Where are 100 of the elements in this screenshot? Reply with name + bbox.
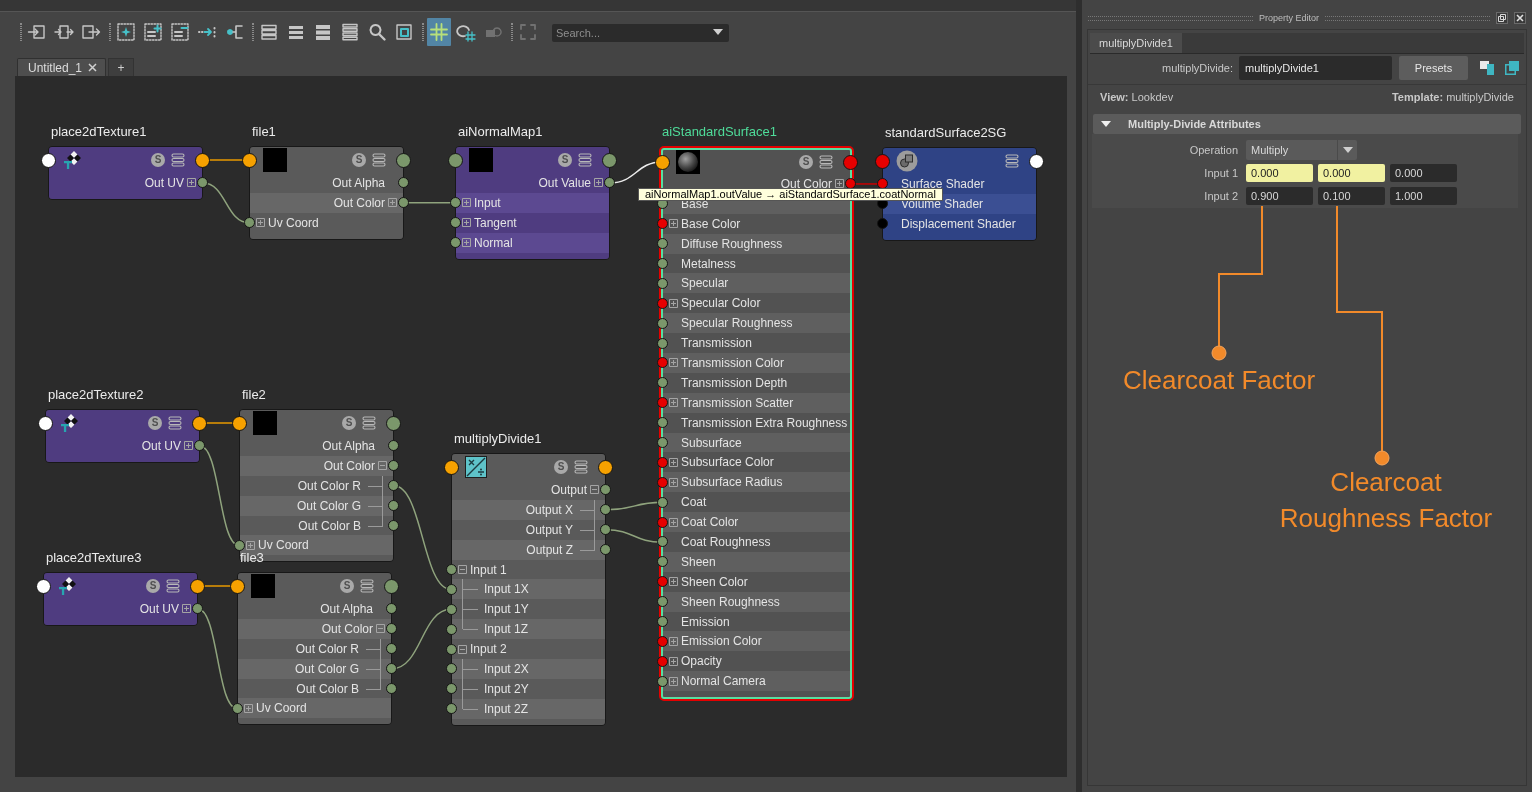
plus-box-icon[interactable] [669,398,678,408]
port-dot[interactable] [657,556,668,568]
port-dot[interactable] [388,500,399,512]
port-dot[interactable] [448,152,463,168]
search-field[interactable]: Search... [552,24,729,42]
port-dot[interactable] [386,643,397,655]
port-dot[interactable] [600,504,611,516]
port-dot[interactable] [657,297,668,309]
stacked-bars-icon[interactable] [1005,154,1019,168]
port-dot[interactable] [446,683,457,695]
number-field[interactable]: 0.900 [1246,186,1313,205]
port-dot[interactable] [234,539,245,551]
port-dot[interactable] [386,683,397,694]
plus-box-icon[interactable] [669,219,678,229]
tab[interactable]: multiplyDivide1 [1090,33,1182,53]
caret-down-icon[interactable] [1342,146,1353,153]
caret-down-icon[interactable] [713,29,723,35]
close-icon[interactable] [1514,12,1526,24]
port-dot[interactable] [446,583,457,595]
operation-dropdown[interactable]: Multiply [1246,139,1357,160]
s-button[interactable]: S [558,153,572,167]
port-dot[interactable] [602,152,617,168]
port-dot[interactable] [657,417,668,429]
stacked-bars-icon[interactable] [171,153,185,167]
port-dot[interactable] [450,197,461,209]
s-button[interactable]: S [151,153,165,167]
plus-box-icon[interactable] [462,198,471,208]
stacked-bars-icon[interactable] [166,579,180,593]
port-dot[interactable] [657,437,668,448]
stacked-bars-icon[interactable] [574,460,588,474]
port-dot[interactable] [657,516,668,528]
port-dot[interactable] [446,663,457,675]
port-dot[interactable] [600,544,611,556]
port-dot[interactable] [38,415,53,431]
port-dot[interactable] [657,456,668,468]
plus-box-icon[interactable] [669,577,678,587]
port-dot[interactable] [877,218,888,230]
port-dot[interactable] [388,460,399,472]
stacked-bars-icon[interactable] [360,579,374,593]
restore-icon[interactable] [1496,12,1508,24]
port-dot[interactable] [232,702,243,714]
plus-box-icon[interactable] [669,676,678,686]
port-dot[interactable] [450,217,461,229]
port-dot[interactable] [657,476,668,488]
port-dot[interactable] [386,663,397,675]
plus-box-icon[interactable] [669,298,678,308]
node-name-field[interactable]: multiplyDivide1 [1239,56,1392,80]
plus-box-icon[interactable] [182,604,191,614]
minus-box-icon[interactable] [458,565,467,574]
plus-box-icon[interactable] [462,218,471,228]
port-dot[interactable] [446,643,457,655]
port-dot[interactable] [388,480,399,492]
stacked-bars-icon[interactable] [168,416,182,430]
presets-button[interactable]: Presets [1399,56,1468,80]
port-dot[interactable] [230,578,245,594]
port-dot[interactable] [398,197,409,209]
port-dot[interactable] [604,177,615,189]
port-dot[interactable] [657,536,668,548]
port-dot[interactable] [655,154,670,170]
port-dot[interactable] [657,397,668,409]
port-dot[interactable] [446,564,457,575]
number-field[interactable]: 0.000 [1390,163,1457,182]
port-dot[interactable] [843,154,858,170]
s-button[interactable]: S [146,579,160,593]
port-dot[interactable] [396,152,411,168]
port-dot[interactable] [388,440,399,452]
number-field[interactable]: 1.000 [1390,186,1457,205]
new-tab-button[interactable]: + [108,58,135,76]
minus-box-icon[interactable] [590,485,599,495]
stacked-bars-icon[interactable] [578,153,592,167]
port-dot[interactable] [194,440,205,452]
port-dot[interactable] [450,237,461,249]
port-dot[interactable] [657,357,668,369]
port-dot[interactable] [190,578,205,594]
port-dot[interactable] [600,484,611,496]
port-dot[interactable] [232,415,247,431]
port-dot[interactable] [444,459,459,475]
stacked-bars-icon[interactable] [372,153,386,167]
plus-box-icon[interactable] [669,656,678,666]
port-dot[interactable] [197,177,208,189]
port-dot[interactable] [657,655,668,667]
tab[interactable]: Untitled_1 [17,58,107,76]
port-dot[interactable] [192,603,203,615]
port-dot[interactable] [36,578,51,594]
port-dot[interactable] [600,524,611,536]
number-field[interactable]: 0.100 [1318,186,1385,205]
port-dot[interactable] [657,596,668,608]
plus-box-icon[interactable] [669,517,678,527]
plus-box-icon[interactable] [669,358,678,368]
port-dot[interactable] [657,238,668,250]
s-button[interactable]: S [148,416,162,430]
port-dot[interactable] [244,217,255,229]
s-button[interactable]: S [340,579,354,593]
port-dot[interactable] [875,153,890,169]
plus-box-icon[interactable] [669,636,678,646]
s-button[interactable]: S [799,155,813,169]
port-dot[interactable] [657,317,668,329]
number-field[interactable]: 0.000 [1318,163,1385,182]
overlapping-squares-icon[interactable] [1505,61,1519,75]
stacked-bars-icon[interactable] [362,416,376,430]
